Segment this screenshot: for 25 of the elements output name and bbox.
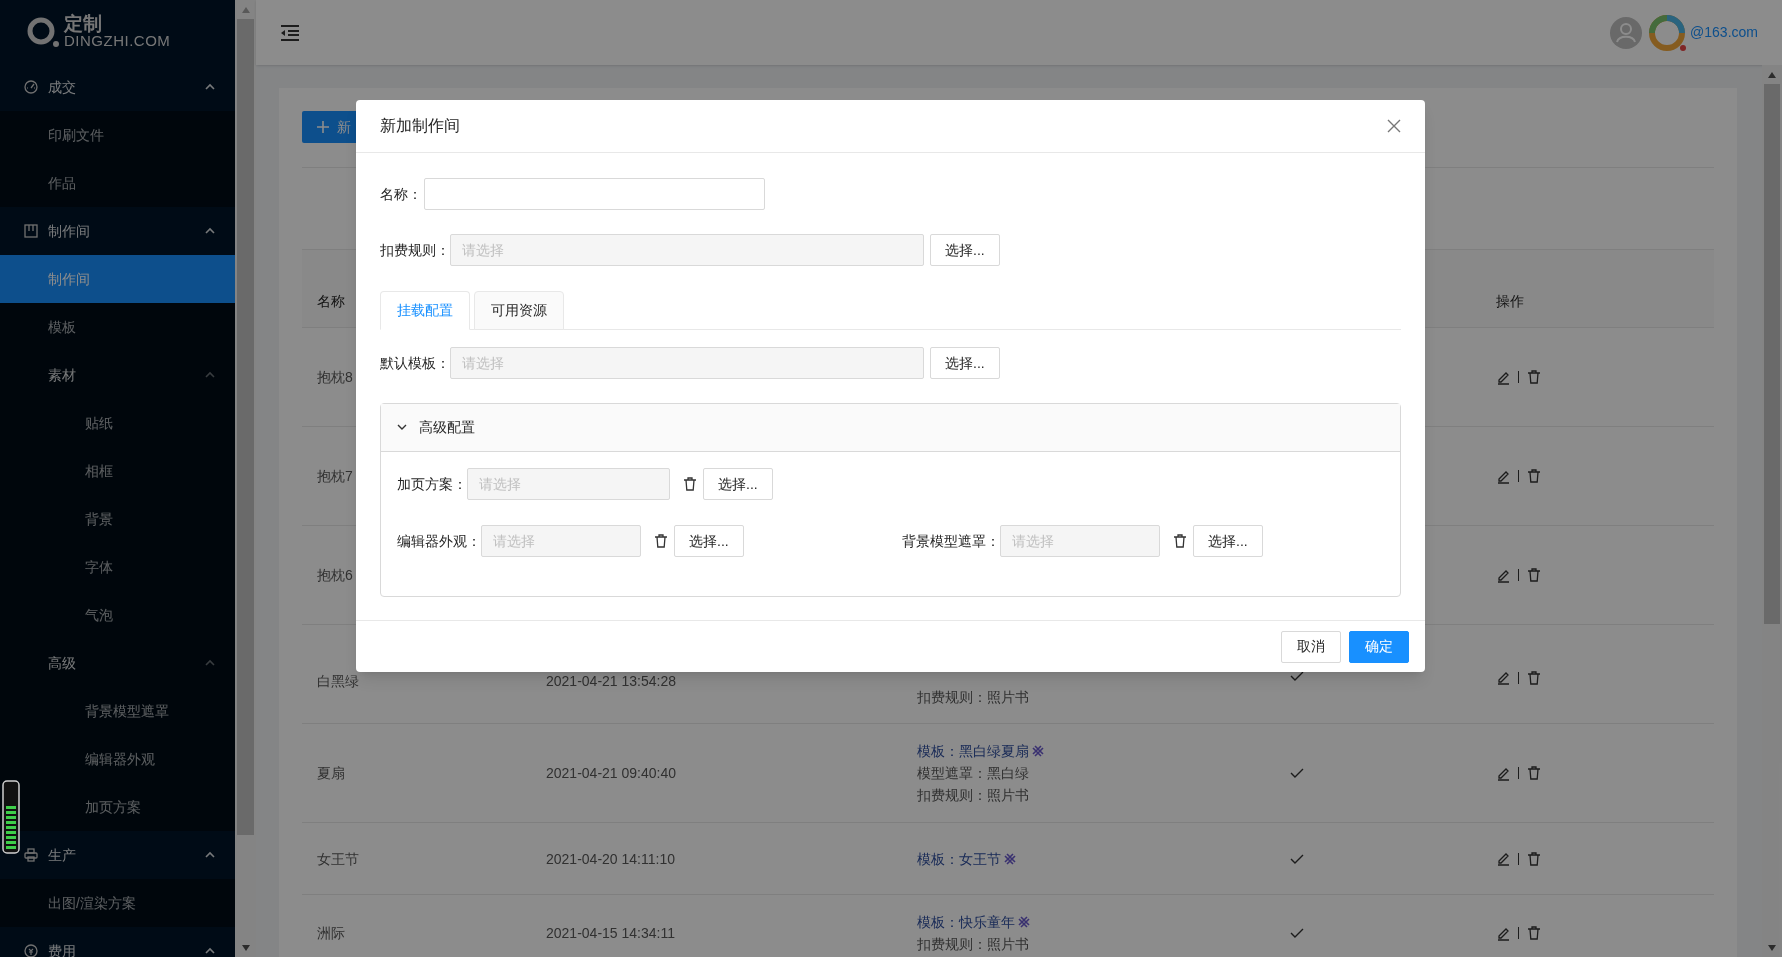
- table-cell: 2021-04-21 09:40:40: [546, 765, 676, 781]
- table-cell-text: 洲际: [317, 924, 345, 943]
- detail-text: 扣费规则：照片书: [917, 688, 1029, 707]
- column-header: 操作: [1496, 292, 1524, 311]
- dialog-title: 新加制作间: [380, 116, 461, 136]
- field-label: 名称：: [380, 184, 422, 204]
- detail-text: 扣费规则：照片书: [917, 786, 1029, 805]
- table-cell-text: 女王节: [317, 849, 359, 869]
- field-label: 编辑器外观：: [397, 531, 481, 551]
- field-label: 背景模型遮罩：: [902, 531, 1000, 551]
- table-cell-text: 抱枕8: [317, 368, 353, 387]
- table-cell: 2021-04-21 13:54:28: [546, 673, 676, 689]
- table-cell: 2021-04-20 14:11:10: [546, 850, 675, 867]
- logo-text: 定制: [64, 14, 103, 32]
- table-cell-text: 抱枕7: [317, 467, 353, 486]
- field-label: 扣费规则：: [380, 240, 450, 260]
- table-cell-text: 抱枕6: [317, 566, 353, 585]
- table-cell: 2021-04-15 14:34:11: [546, 925, 675, 941]
- table-cell-text: 夏扇: [317, 764, 345, 783]
- detail-text: 扣费规则：照片书: [917, 935, 1029, 954]
- detail-text: 模型遮罩：黑白绿: [917, 764, 1029, 783]
- field-label: 默认模板：: [380, 353, 450, 373]
- column-header: 名称: [317, 292, 345, 311]
- table-cell-text: 白黑绿: [317, 672, 359, 691]
- field-label: 加页方案：: [397, 474, 467, 494]
